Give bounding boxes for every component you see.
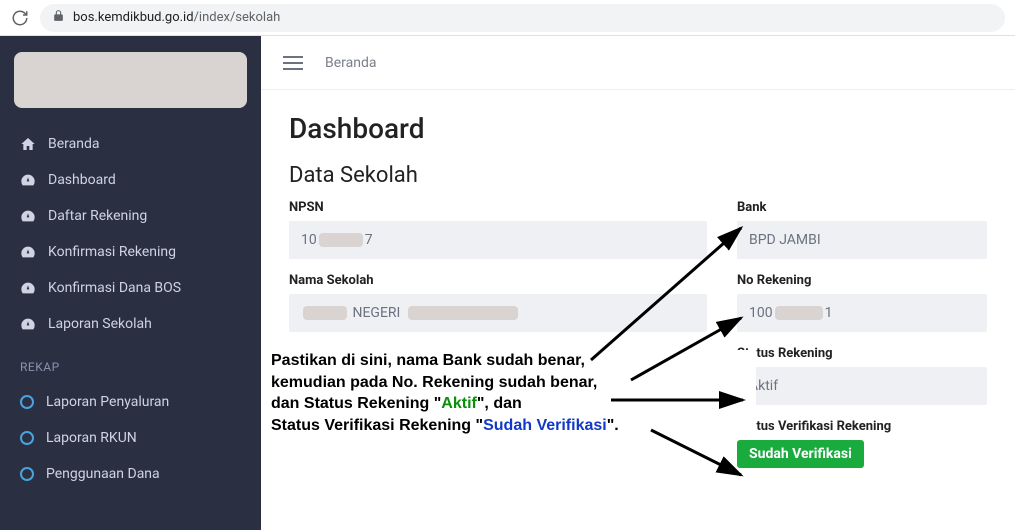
sidebar-item-penggunaan-dana[interactable]: Penggunaan Dana: [0, 456, 261, 492]
sidebar-item-daftar-rekening[interactable]: Daftar Rekening: [0, 198, 261, 234]
sidebar-item-label: Laporan Sekolah: [48, 316, 152, 332]
sidebar-item-label: Konfirmasi Dana BOS: [48, 280, 181, 296]
sidebar-item-beranda[interactable]: Beranda: [0, 126, 261, 162]
home-icon: [20, 136, 36, 152]
sidebar-item-label: Dashboard: [48, 172, 116, 188]
bank-label: Bank: [737, 200, 987, 215]
redacted: [319, 233, 363, 247]
field-nama-sekolah: Nama Sekolah NEGERI: [289, 273, 707, 332]
sidebar-item-label: Konfirmasi Rekening: [48, 244, 176, 260]
topbar: Beranda: [261, 36, 1015, 90]
field-bank: Bank BPD JAMBI: [737, 200, 987, 259]
field-status-verifikasi: Status Verifikasi Rekening Sudah Verifik…: [737, 419, 987, 468]
nama-sekolah-value: NEGERI: [289, 294, 707, 332]
sidebar-item-label: Daftar Rekening: [48, 208, 147, 224]
norek-label: No Rekening: [737, 273, 987, 288]
sidebar-item-konfirmasi-rekening[interactable]: Konfirmasi Rekening: [0, 234, 261, 270]
sidebar-item-label: Laporan RKUN: [46, 430, 137, 446]
gauge-icon: [20, 280, 36, 296]
breadcrumb: Beranda: [325, 55, 376, 71]
status-ver-label: Status Verifikasi Rekening: [737, 419, 987, 434]
gauge-icon: [20, 208, 36, 224]
status-ver-badge: Sudah Verifikasi: [737, 440, 864, 468]
field-no-rekening: No Rekening 1001: [737, 273, 987, 332]
nama-sekolah-label: Nama Sekolah: [289, 273, 707, 288]
sidebar-item-label: Penggunaan Dana: [46, 466, 160, 482]
brand-logo: [14, 52, 247, 108]
gauge-icon: [20, 244, 36, 260]
status-rek-label: Status Rekening: [737, 346, 987, 361]
sidebar-item-label: Beranda: [48, 136, 99, 152]
sidebar-item-dashboard[interactable]: Dashboard: [0, 162, 261, 198]
redacted: [775, 306, 823, 320]
field-status-rekening: Status Rekening Aktif: [737, 346, 987, 405]
npsn-label: NPSN: [289, 200, 707, 215]
redacted: [303, 306, 347, 320]
status-rek-value: Aktif: [737, 367, 987, 405]
circle-icon: [20, 467, 34, 481]
circle-icon: [20, 395, 34, 409]
instruction-overlay: Pastikan di sini, nama Bank sudah benar,…: [271, 350, 756, 436]
field-npsn: NPSN 107: [289, 200, 707, 259]
section-title: Data Sekolah: [289, 163, 987, 188]
page-title: Dashboard: [289, 112, 987, 145]
sidebar-item-konfirmasi-dana-bos[interactable]: Konfirmasi Dana BOS: [0, 270, 261, 306]
menu-toggle-icon[interactable]: [283, 56, 303, 70]
lock-icon: [52, 9, 65, 26]
bank-value: BPD JAMBI: [737, 221, 987, 259]
browser-address-bar: bos.kemdikbud.go.id/index/sekolah: [0, 0, 1015, 36]
gauge-icon: [20, 316, 36, 332]
sidebar-item-label: Laporan Penyaluran: [46, 394, 169, 410]
sidebar-item-laporan-penyaluran[interactable]: Laporan Penyaluran: [0, 384, 261, 420]
sidebar: Beranda Dashboard Daftar Rekening Konfir…: [0, 36, 261, 530]
norek-value: 1001: [737, 294, 987, 332]
url-text: bos.kemdikbud.go.id/index/sekolah: [73, 10, 280, 25]
sidebar-section-rekap: REKAP: [0, 342, 261, 384]
reload-icon[interactable]: [10, 8, 30, 28]
gauge-icon: [20, 172, 36, 188]
sidebar-item-laporan-sekolah[interactable]: Laporan Sekolah: [0, 306, 261, 342]
circle-icon: [20, 431, 34, 445]
npsn-value: 107: [289, 221, 707, 259]
sidebar-item-laporan-rkun[interactable]: Laporan RKUN: [0, 420, 261, 456]
redacted: [408, 306, 518, 320]
url-field[interactable]: bos.kemdikbud.go.id/index/sekolah: [40, 4, 1005, 32]
